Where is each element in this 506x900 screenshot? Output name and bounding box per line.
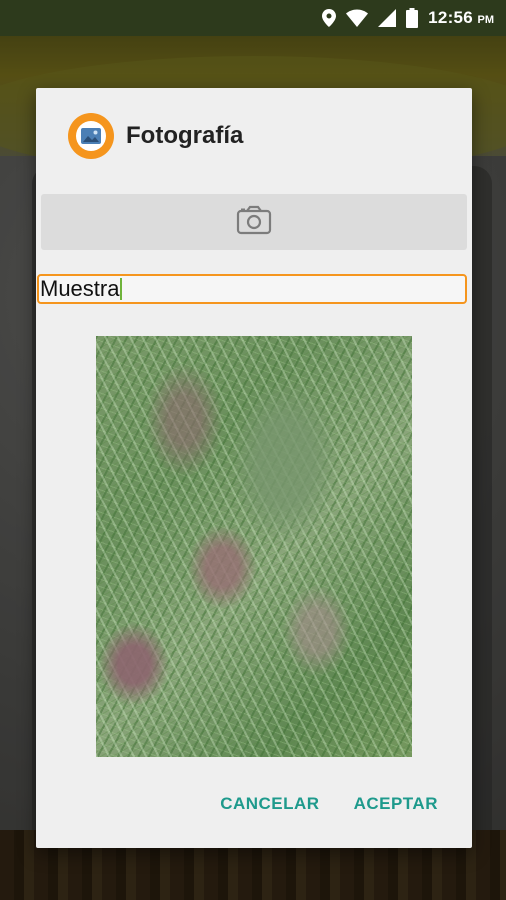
signal-icon (378, 9, 397, 27)
dialog-actions: CANCELAR ACEPTAR (220, 794, 438, 814)
dialog-header: Fotografía (68, 112, 243, 160)
take-photo-button[interactable] (41, 194, 467, 250)
dialog-title: Fotografía (126, 122, 244, 149)
status-icons: 12:56 PM (322, 0, 494, 36)
image-icon (68, 113, 114, 159)
location-icon (322, 9, 337, 27)
battery-icon (406, 8, 419, 28)
clock: 12:56 PM (428, 8, 494, 28)
accept-button[interactable]: ACEPTAR (354, 794, 438, 814)
status-bar: 12:56 PM (0, 0, 506, 36)
wifi-icon (346, 9, 369, 27)
cancel-button[interactable]: CANCELAR (220, 794, 319, 814)
clock-ampm: PM (477, 14, 495, 26)
photo-dialog: Fotografía Muestra CANCELAR ACEPTAR (36, 88, 472, 848)
text-cursor (120, 278, 123, 300)
photo-name-input[interactable]: Muestra (37, 274, 467, 304)
clock-time: 12:56 (428, 8, 474, 27)
photo-preview (96, 336, 412, 757)
camera-icon (236, 205, 272, 240)
photo-name-value: Muestra (40, 276, 120, 301)
